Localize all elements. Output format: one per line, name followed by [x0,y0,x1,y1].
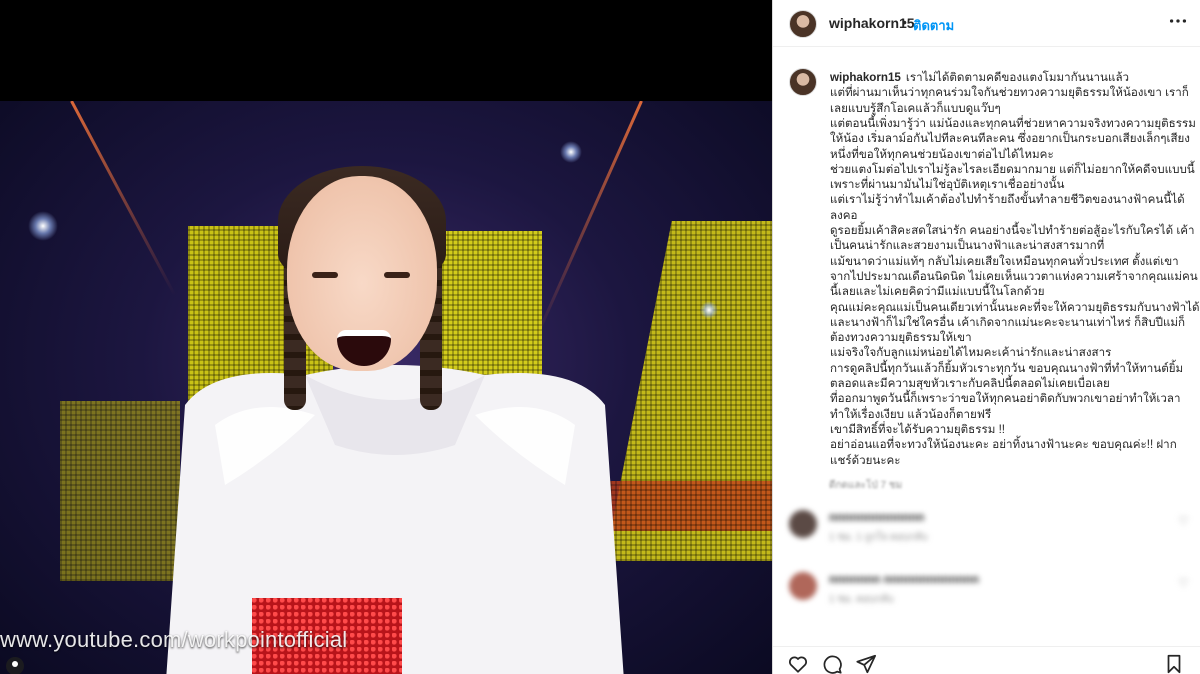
stage-spotlight [700,301,718,319]
post-header: wiphakorn15 • ติดตาม [773,0,1200,47]
caption-line: การดูคลิปนี้ทุกวันแล้วก็ยิ้มหัวเราะทุกวั… [830,361,1183,376]
caption-line: ตลอดและมีความสุขหัวเราะกับคลิปนี้ตลอดไม่… [830,376,1110,391]
caption-line-text: เขามีสิทธิ์ที่จะได้รับความยุติธรรม !! [830,422,1006,436]
caption-username-link[interactable]: wiphakorn15 [830,71,901,84]
caption-line-text: เพราะที่ผ่านมามันไม่ใช่อุบัติเหตุเราเชื่… [830,178,1065,192]
comment-like-icon[interactable]: ♡ [1178,514,1189,528]
caption-line: เป็นคนน่ารักและสวยงามเป็นนางฟ้าและน่าสงส… [830,238,1104,253]
comment-like-icon[interactable]: ♡ [1178,576,1189,590]
caption-line-text: แต่ตอนนี้เพิ่งมารู้ว่า แม่น้องและทุกคนที… [830,116,1196,130]
caption-line: แต่เราไม่รู้ว่าทำไมเค้าต้องไปทำร้ายถึงขั… [830,192,1185,207]
caption-line-text: นี้เลยและไม่เคยคิดว่ามีแม่แบบนี้ในโลกด้ว… [830,285,1045,299]
caption-line-text: ลงคอ [830,208,858,222]
caption-avatar[interactable] [789,68,817,96]
caption-line: แม้ขนาดว่าแม่แท้ๆ กลับไม่เคยเสียใจเหมือน… [830,254,1179,269]
caption-line-text: แชร์ด้วยนะคะ [830,453,901,467]
user-tag-icon[interactable] [6,657,24,674]
caption-line-text: เราไม่ได้ติดตามคดีของแตงโมมากันนานแล้ว [905,71,1130,84]
post-action-bar [773,646,1200,674]
caption-line-text: เลยแบบรู้สึกโอเคแล้วก็แบบดูแว๊บๆ [830,101,1001,115]
bookmark-icon[interactable] [1163,653,1187,674]
caption-line: ช่วยแตงโมต่อไปเราไม่รู้ละไรละเอียดมากมาย… [830,162,1195,177]
caption-line: แต่ตอนนี้เพิ่งมารู้ว่า แม่น้องและทุกคนที… [830,116,1196,131]
caption-line: ดูรอยยิ้มเค้าสิคะสดใสน่ารัก คนอย่างนี้จะ… [830,223,1195,238]
caption-line-text: การดูคลิปนี้ทุกวันแล้วก็ยิ้มหัวเราะทุกวั… [830,361,1184,375]
comment-meta: 1 ชม. 1 ถูกใจ ตอบกลับ [829,532,928,543]
caption-line-text: หนึ่งที่ขอให้ทุกคนช่วยน้องเขาต่อไปได้ไหม… [830,147,1054,161]
caption-line: ลงคอ [830,208,857,223]
send-icon[interactable] [855,653,879,674]
caption-line-text: ช่วยแตงโมต่อไปเราไม่รู้ละไรละเอียดมากมาย… [830,162,1195,176]
caption-line-text: ตลอดและมีความสุขหัวเราะกับคลิปนี้ตลอดไม่… [830,377,1110,390]
stage-spotlight [560,141,582,163]
caption-line: เพราะที่ผ่านมามันไม่ใช่อุบัติเหตุเราเชื่… [830,177,1064,192]
caption-line-text: อย่าอ่อนแอที่จะทวงให้น้องนะคะ อย่าทิ้งนา… [830,438,1177,452]
caption-line-text: ต้องทวงความยุติธรรมให้เขา [830,331,972,345]
caption-line: แชร์ด้วยนะคะ [830,453,901,468]
more-options-icon[interactable] [1165,10,1191,36]
caption-line: ต้องทวงความยุติธรรมให้เขา [830,330,972,345]
comment-username[interactable]: nnnnnnn nnnnnnnnnnnnn [829,572,979,586]
stage-spotlight [28,211,58,241]
caption-line: แม่จริงใจกับลูกแม่หน่อยได้ไหมคะเค้าน่ารั… [830,345,1111,360]
caption-line-text: จากไปประมาณเดือนนิดนิด ไม่เคยเห็นแววตาแห… [830,269,1198,283]
performer-eye-left [312,272,338,278]
video-watermark: www.youtube.com/workpointofficial [0,627,348,652]
comment-item: nnnnnnnnnnnnn 1 ชม. 1 ถูกใจ ตอบกลับ ♡ [789,506,1193,548]
caption-line-text: เป็นคนน่ารักและสวยงามเป็นนางฟ้าและน่าสงส… [830,239,1105,253]
caption-line-text: แต่เราไม่รู้ว่าทำไมเค้าต้องไปทำร้ายถึงขั… [830,193,1185,207]
stage-light-beam [70,101,177,296]
caption-line: ให้น้อง เริ่มลาม์อกันไปทีละคนทีละคน ซึ่ง… [830,131,1190,146]
caption-line: อย่าอ่อนแอที่จะทวงให้น้องนะคะ อย่าทิ้งนา… [830,437,1177,452]
caption-line-text: คุณแม่คะคุณแม่เป็นคนเดียวเท่านั้นนะคะที่… [830,300,1200,314]
comment-meta: 1 ชม. ตอบกลับ [829,594,894,605]
comment-avatar[interactable] [789,572,817,600]
caption-line-text: แม่จริงใจกับลูกแม่หน่อยได้ไหมคะเค้าน่ารั… [830,346,1112,360]
comment-icon[interactable] [821,653,845,674]
caption-line: เลยแบบรู้สึกโอเคแล้วก็แบบดูแว๊บๆ [830,101,1001,116]
caption-line-text: ให้น้อง เริ่มลาม์อกันไปทีละคนทีละคน ซึ่ง… [830,132,1190,146]
follow-button[interactable]: ติดตาม [913,15,954,36]
caption-line: แต่ที่ผ่านมาเห็นว่าทุกคนร่วมใจกันช่วยทวง… [830,85,1189,100]
caption-line: นี้เลยและไม่เคยคิดว่ามีแม่แบบนี้ในโลกด้ว… [830,284,1045,299]
caption-line: ทำให้เรื่องเงียบ แล้วน้องก็ตายฟรี [830,407,991,422]
caption-line: คุณแม่คะคุณแม่เป็นคนเดียวเท่านั้นนะคะที่… [830,300,1200,315]
caption-line: ที่ออกมาพูดวันนี้ก็เพราะว่าขอให้ทุกคนอย่… [830,391,1181,406]
post-media[interactable]: www.youtube.com/workpointofficial [0,0,772,674]
caption-line-text: แต่ที่ผ่านมาเห็นว่าทุกคนร่วมใจกันช่วยทวง… [830,86,1189,100]
comment-item: nnnnnnn nnnnnnnnnnnnn 1 ชม. ตอบกลับ ♡ [789,568,1193,610]
caption-line: เขามีสิทธิ์ที่จะได้รับความยุติธรรม !! [830,422,1005,437]
header-separator: • [902,14,907,30]
caption-line-text: ทำให้เรื่องเงียบ แล้วน้องก็ตายฟรี [830,407,992,421]
caption-line-text: ที่ออกมาพูดวันนี้ก็เพราะว่าขอให้ทุกคนอย่… [830,392,1181,406]
comment-username[interactable]: nnnnnnnnnnnnn [829,510,924,524]
performer-eye-right [384,272,410,278]
heart-icon[interactable] [787,653,811,674]
caption-line: และนางฟ้าก็ไม่ใช่ใครอื่น เค้าเกิดจากแม่น… [830,315,1185,330]
caption-line-text: และนางฟ้าก็ไม่ใช่ใครอื่น เค้าเกิดจากแม่น… [830,315,1186,329]
caption-line-text: ดูรอยยิ้มเค้าสิคะสดใสน่ารัก คนอย่างนี้จะ… [830,224,1195,237]
caption-line: หนึ่งที่ขอให้ทุกคนช่วยน้องเขาต่อไปได้ไหม… [830,147,1054,162]
caption-line-text: แม้ขนาดว่าแม่แท้ๆ กลับไม่เคยเสียใจเหมือน… [830,254,1179,268]
caption-line: wiphakorn15 เราไม่ได้ติดตามคดีของแตงโมมาก… [830,70,1129,85]
caption-line: จากไปประมาณเดือนนิดนิด ไม่เคยเห็นแววตาแห… [830,269,1198,284]
post-timestamp[interactable]: ดีกดและโป่ 7 ชม [829,478,902,493]
stage-light-beam [534,101,643,340]
avatar[interactable] [789,10,817,38]
comment-avatar[interactable] [789,510,817,538]
